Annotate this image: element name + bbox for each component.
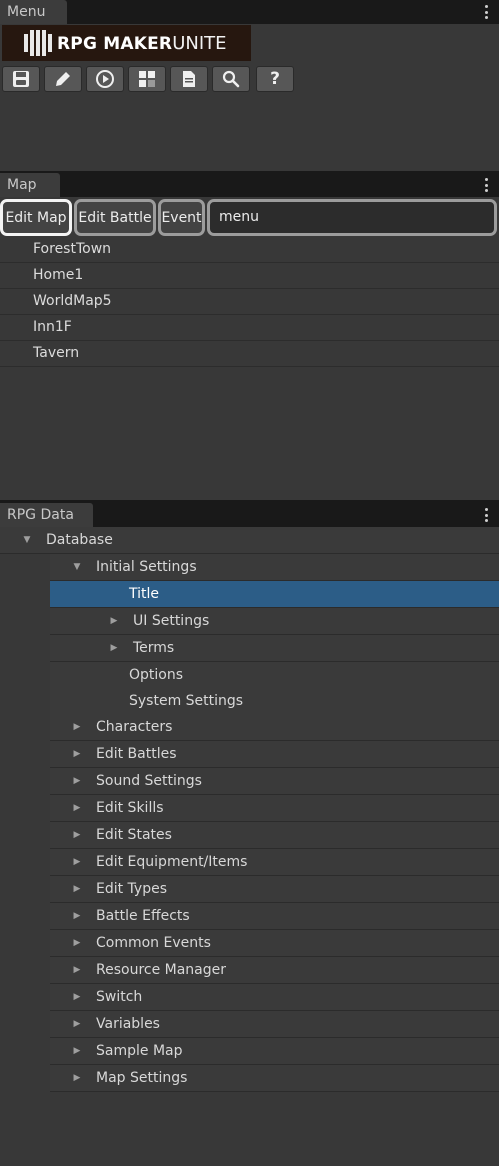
menu-panel-tab[interactable]: Menu <box>0 0 67 24</box>
collapsed-arrow-icon[interactable]: ▶ <box>72 876 82 902</box>
map-panel-tab[interactable]: Map <box>0 173 60 197</box>
tree-item-edit-battles[interactable]: ▶ Edit Battles <box>50 741 499 768</box>
collapsed-arrow-icon[interactable]: ▶ <box>72 849 82 875</box>
tree-item-label: Title <box>129 586 160 602</box>
tree-item-database[interactable]: ▼ Database <box>0 527 499 554</box>
tree-item-label: Resource Manager <box>96 962 227 978</box>
search-icon <box>222 70 240 88</box>
help-icon: ? <box>270 68 280 89</box>
tree-item-label: Characters <box>96 719 173 735</box>
tree-item-variables[interactable]: ▶ Variables <box>50 1011 499 1038</box>
edit-pencil-icon <box>56 72 70 86</box>
tree-item-ui-settings[interactable]: ▶ UI Settings <box>50 608 499 635</box>
collapsed-arrow-icon[interactable]: ▶ <box>72 1011 82 1037</box>
tree-item-terms[interactable]: ▶ Terms <box>50 635 499 662</box>
map-list-item[interactable]: Home1 <box>0 263 499 289</box>
map-panel-tabbar: Map <box>0 173 499 197</box>
tree-item-label: Initial Settings <box>96 559 197 575</box>
tree-item-sample-map[interactable]: ▶ Sample Map <box>50 1038 499 1065</box>
collapsed-arrow-icon[interactable]: ▶ <box>72 714 82 740</box>
tree-item-sound-settings[interactable]: ▶ Sound Settings <box>50 768 499 795</box>
event-button[interactable]: Event <box>158 199 205 236</box>
tree-item-title[interactable]: Title <box>50 581 499 608</box>
collapsed-arrow-icon[interactable]: ▶ <box>72 741 82 767</box>
rpg-maker-unite-logo: RPG MAKERUNITE <box>2 25 251 61</box>
tree-item-map-settings[interactable]: ▶ Map Settings <box>50 1065 499 1092</box>
tree-item-label: Database <box>46 532 113 548</box>
tree-item-system-settings[interactable]: System Settings <box>50 688 499 715</box>
tree-item-label: System Settings <box>129 693 244 709</box>
logo-mark-icon <box>24 30 52 56</box>
tree-item-label: Sample Map <box>96 1043 183 1059</box>
tree-item-battle-effects[interactable]: ▶ Battle Effects <box>50 903 499 930</box>
collapsed-arrow-icon[interactable]: ▶ <box>72 957 82 983</box>
help-button[interactable]: ? <box>256 66 294 92</box>
tree-item-edit-types[interactable]: ▶ Edit Types <box>50 876 499 903</box>
rpg-data-panel-tab[interactable]: RPG Data <box>0 503 93 527</box>
map-list-item[interactable]: ForestTown <box>0 237 499 263</box>
save-icon <box>13 71 29 87</box>
tree-item-common-events[interactable]: ▶ Common Events <box>50 930 499 957</box>
collapsed-arrow-icon[interactable]: ▶ <box>109 608 119 634</box>
tree-item-label: Edit Equipment/Items <box>96 854 248 870</box>
menu-panel-options-icon[interactable] <box>485 5 488 19</box>
tree-item-label: Terms <box>133 640 175 656</box>
tree-item-label: Edit Types <box>96 881 168 897</box>
play-button[interactable] <box>86 66 124 92</box>
tree-item-initial-settings[interactable]: ▼ Initial Settings <box>50 554 499 581</box>
document-button[interactable] <box>170 66 208 92</box>
map-list-item[interactable]: Tavern <box>0 341 499 367</box>
collapsed-arrow-icon[interactable]: ▶ <box>72 903 82 929</box>
tree-item-label: Edit States <box>96 827 172 843</box>
collapsed-arrow-icon[interactable]: ▶ <box>72 1038 82 1064</box>
map-search-input[interactable]: menu <box>207 199 497 236</box>
collapsed-arrow-icon[interactable]: ▶ <box>72 768 82 794</box>
document-icon <box>183 71 195 87</box>
tree-item-label: Sound Settings <box>96 773 202 789</box>
edit-map-button[interactable]: Edit Map <box>0 199 72 236</box>
tree-item-label: Edit Skills <box>96 800 164 816</box>
tree-item-switch[interactable]: ▶ Switch <box>50 984 499 1011</box>
tree-item-characters[interactable]: ▶ Characters <box>50 714 499 741</box>
tree-item-label: Options <box>129 667 184 683</box>
collapsed-arrow-icon[interactable]: ▶ <box>72 930 82 956</box>
logo-text: RPG MAKERUNITE <box>57 32 227 54</box>
tree-item-edit-skills[interactable]: ▶ Edit Skills <box>50 795 499 822</box>
map-panel-options-icon[interactable] <box>485 178 488 192</box>
addon-blocks-icon <box>139 71 155 87</box>
collapsed-arrow-icon[interactable]: ▶ <box>72 795 82 821</box>
menu-panel-tabbar: Menu <box>0 0 499 24</box>
tree-item-edit-equipment-items[interactable]: ▶ Edit Equipment/Items <box>50 849 499 876</box>
map-list-item[interactable]: WorldMap5 <box>0 289 499 315</box>
tree-item-label: Switch <box>96 989 143 1005</box>
expanded-arrow-icon[interactable]: ▼ <box>22 527 32 553</box>
tree-item-label: UI Settings <box>133 613 210 629</box>
map-list-item[interactable]: Inn1F <box>0 315 499 341</box>
tree-item-label: Edit Battles <box>96 746 177 762</box>
rpg-data-panel-tabbar: RPG Data <box>0 503 499 527</box>
collapsed-arrow-icon[interactable]: ▶ <box>72 822 82 848</box>
tree-item-label: Variables <box>96 1016 160 1032</box>
collapsed-arrow-icon[interactable]: ▶ <box>72 1065 82 1091</box>
tree-item-label: Map Settings <box>96 1070 188 1086</box>
save-button[interactable] <box>2 66 40 92</box>
tree-item-label: Battle Effects <box>96 908 190 924</box>
rpg-data-panel-options-icon[interactable] <box>485 508 488 522</box>
tree-item-resource-manager[interactable]: ▶ Resource Manager <box>50 957 499 984</box>
search-button[interactable] <box>212 66 250 92</box>
collapsed-arrow-icon[interactable]: ▶ <box>72 984 82 1010</box>
addon-button[interactable] <box>128 66 166 92</box>
collapsed-arrow-icon[interactable]: ▶ <box>109 635 119 661</box>
tree-item-label: Common Events <box>96 935 211 951</box>
tree-item-options[interactable]: Options <box>50 662 499 689</box>
edit-button[interactable] <box>44 66 82 92</box>
expanded-arrow-icon[interactable]: ▼ <box>72 554 82 580</box>
edit-battle-button[interactable]: Edit Battle <box>74 199 156 236</box>
play-icon <box>96 70 114 88</box>
tree-item-edit-states[interactable]: ▶ Edit States <box>50 822 499 849</box>
